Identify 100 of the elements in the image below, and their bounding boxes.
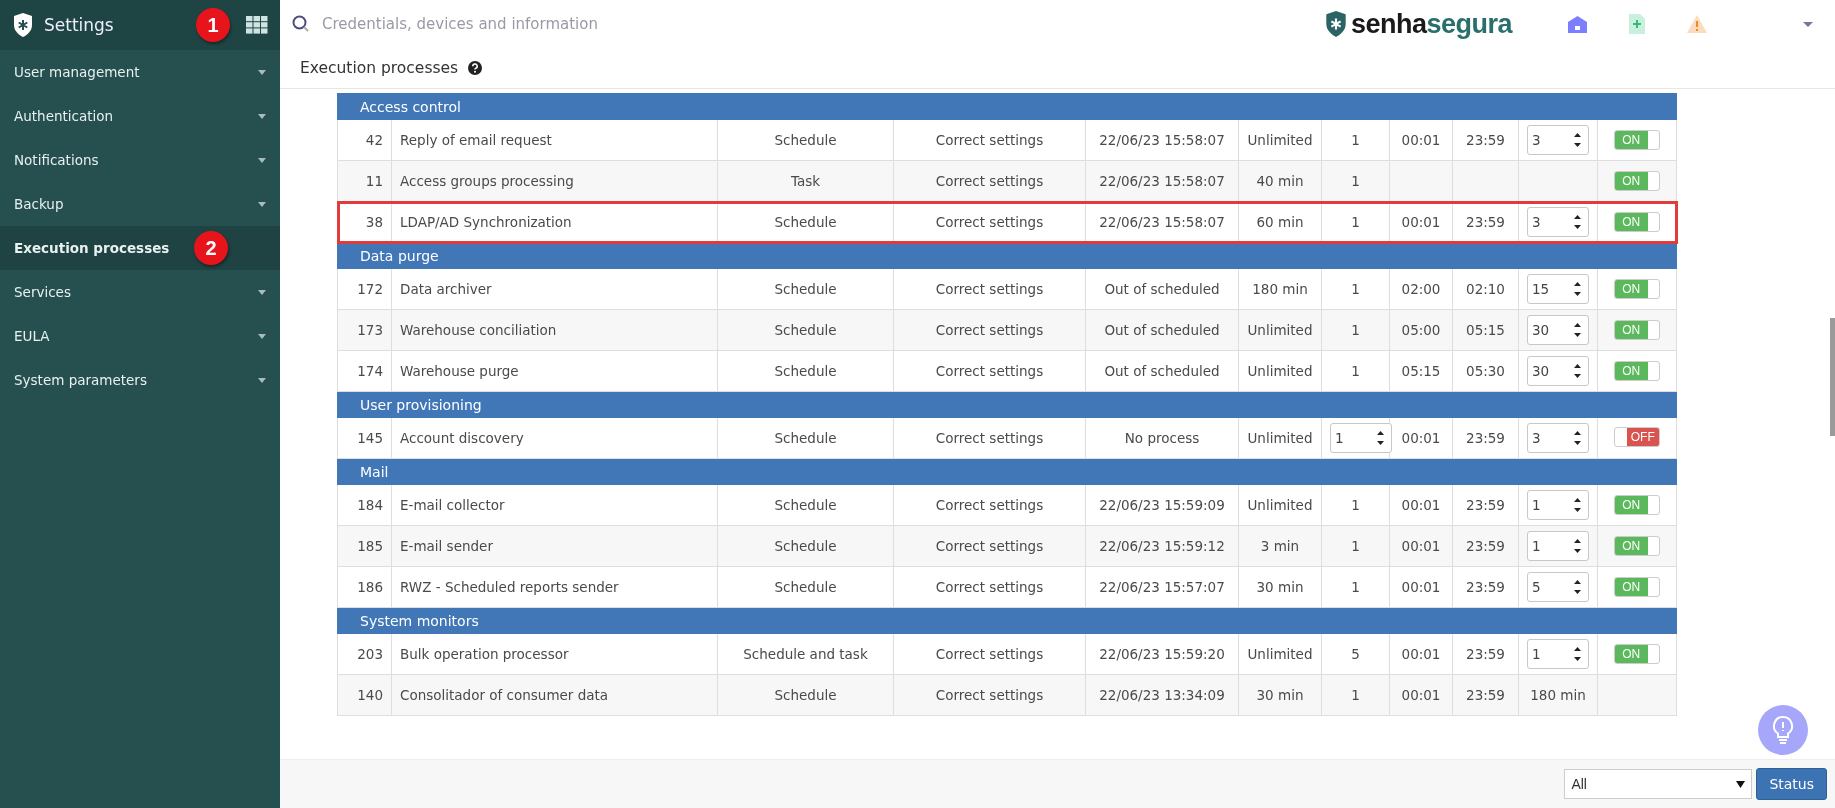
table-cell: Unlimited	[1238, 417, 1322, 459]
table-cell: Unlimited	[1238, 633, 1322, 675]
group-header: Access control	[337, 93, 1677, 120]
caret-icon[interactable]	[1803, 21, 1813, 27]
table-cell: Correct settings	[893, 268, 1086, 310]
table-cell: 22/06/23 15:57:07	[1085, 566, 1239, 608]
stepper-arrows-icon[interactable]	[1573, 497, 1582, 513]
table-cell: Schedule	[717, 484, 894, 526]
scrollbar-thumb[interactable]	[1830, 318, 1835, 436]
sidebar-item[interactable]: Notifications	[0, 138, 280, 182]
table-cell: Schedule	[717, 268, 894, 310]
table-cell: Schedule	[717, 525, 894, 567]
table-cell: Schedule	[717, 417, 894, 459]
table-cell: Schedule	[717, 119, 894, 161]
sidebar-item[interactable]: User management	[0, 50, 280, 94]
table-cell: Warehouse conciliation	[391, 309, 718, 351]
table-cell: Out of scheduled	[1085, 309, 1239, 351]
help-icon[interactable]	[468, 61, 483, 75]
table-cell: 30 min	[1238, 674, 1322, 716]
stepper-arrows-icon[interactable]	[1573, 579, 1582, 595]
group-header: Data purge	[337, 242, 1677, 269]
table-cell: 05:00	[1389, 309, 1453, 351]
table-cell: 203	[337, 633, 392, 675]
number-field[interactable]: 1	[1527, 639, 1589, 669]
table-cell: 23:59	[1452, 525, 1519, 567]
table-cell: 1	[1321, 119, 1390, 161]
number-field[interactable]: 5	[1527, 572, 1589, 602]
stepper-arrows-icon[interactable]	[1573, 363, 1582, 379]
table-cell: Consolitador of consumer data	[391, 674, 718, 716]
table-cell: Schedule and task	[717, 633, 894, 675]
table-cell: 00:01	[1389, 633, 1453, 675]
table-cell: 00:01	[1389, 674, 1453, 716]
table-cell: 23:59	[1452, 633, 1519, 675]
stepper-arrows-icon[interactable]	[1573, 646, 1582, 662]
table-cell: RWZ - Scheduled reports sender	[391, 566, 718, 608]
table-cell: 00:01	[1389, 566, 1453, 608]
sidebar-item[interactable]: Authentication	[0, 94, 280, 138]
shield-logo-icon	[12, 12, 34, 38]
table-cell: 22/06/23 15:59:09	[1085, 484, 1239, 526]
stepper-arrows-icon[interactable]	[1376, 430, 1385, 446]
table-cell: 05:15	[1452, 309, 1519, 351]
table-cell: 140	[337, 674, 392, 716]
number-field[interactable]: 3	[1527, 207, 1589, 237]
number-field[interactable]: 30	[1527, 356, 1589, 386]
table-cell: 02:10	[1452, 268, 1519, 310]
filter-dropdown[interactable]: All	[1564, 769, 1753, 799]
stepper-arrows-icon[interactable]	[1573, 322, 1582, 338]
table-cell: 23:59	[1452, 674, 1519, 716]
stepper-arrows-icon[interactable]	[1573, 538, 1582, 554]
table-cell: 173	[337, 309, 392, 351]
number-field[interactable]: 1	[1527, 531, 1589, 561]
stepper-arrows-icon[interactable]	[1573, 281, 1582, 297]
table-cell: 00:01	[1389, 417, 1453, 459]
number-field[interactable]: 30	[1527, 315, 1589, 345]
table-cell: 180 min	[1518, 674, 1598, 716]
group-header: User provisioning	[337, 391, 1677, 418]
table-cell: 185	[337, 525, 392, 567]
table-cell: 22/06/23 15:59:12	[1085, 525, 1239, 567]
number-field[interactable]: 1	[1330, 423, 1392, 453]
search-field[interactable]: Credentials, devices and information	[320, 14, 1314, 34]
stepper-arrows-icon[interactable]	[1573, 214, 1582, 230]
table-cell: Access groups processing	[391, 160, 718, 202]
table-cell: 05:30	[1452, 350, 1519, 392]
table-cell: 02:00	[1389, 268, 1453, 310]
stepper-arrows-icon[interactable]	[1573, 430, 1582, 446]
sidebar-item[interactable]: Services	[0, 270, 280, 314]
table-cell: 1	[1321, 309, 1390, 351]
table-cell: 145	[337, 417, 392, 459]
status-button[interactable]: Status	[1756, 768, 1827, 800]
number-field[interactable]: 3	[1527, 125, 1589, 155]
table-cell: 184	[337, 484, 392, 526]
toggle-switch[interactable]: OFF	[1614, 427, 1661, 447]
table-cell: 00:01	[1389, 525, 1453, 567]
sidebar-item[interactable]: Backup	[0, 182, 280, 226]
table-cell: 1	[1321, 484, 1390, 526]
table-cell: 40 min	[1238, 160, 1322, 202]
grid-menu-icon[interactable]	[246, 16, 268, 34]
table-cell: 1	[1321, 160, 1390, 202]
stepper-arrows-icon[interactable]	[1573, 132, 1582, 148]
search-icon	[292, 15, 310, 33]
home-icon[interactable]	[1568, 15, 1587, 33]
table-cell: Correct settings	[893, 674, 1086, 716]
table-cell: Correct settings	[893, 160, 1086, 202]
table-cell: Correct settings	[893, 309, 1086, 351]
number-field[interactable]: 3	[1527, 423, 1589, 453]
table-cell: Correct settings	[893, 417, 1086, 459]
table-cell: 186	[337, 566, 392, 608]
number-field[interactable]: 15	[1527, 274, 1589, 304]
sidebar-item[interactable]: Execution processes 2	[0, 226, 280, 270]
sidebar-item[interactable]: EULA	[0, 314, 280, 358]
number-field[interactable]: 1	[1527, 490, 1589, 520]
step-marker: 2	[194, 231, 228, 265]
table-cell: Correct settings	[893, 525, 1086, 567]
table-cell: Schedule	[717, 350, 894, 392]
table-cell: 05:15	[1389, 350, 1453, 392]
table-cell: 23:59	[1452, 119, 1519, 161]
table-cell: 23:59	[1452, 417, 1519, 459]
table-cell: Unlimited	[1238, 309, 1322, 351]
table-cell: Task	[717, 160, 894, 202]
sidebar-item[interactable]: System parameters	[0, 358, 280, 402]
